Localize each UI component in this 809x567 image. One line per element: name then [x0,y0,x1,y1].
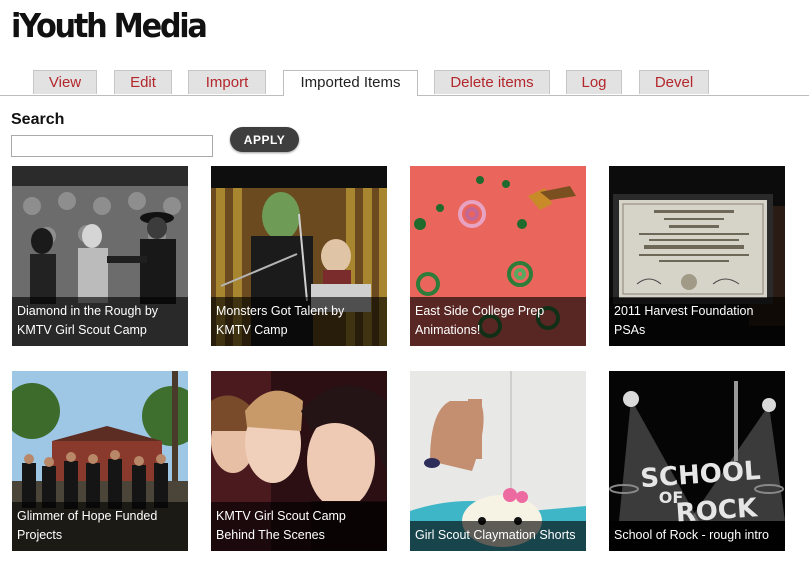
search-input[interactable] [11,135,213,157]
item-caption: Glimmer of Hope Funded Projects [12,502,188,551]
imported-item-tile[interactable]: East Side College Prep Animations! [410,166,586,346]
item-caption: 2011 Harvest Foundation PSAs [609,297,785,346]
imported-item-tile[interactable]: KMTV Girl Scout Camp Behind The Scenes [211,371,387,551]
item-caption: Diamond in the Rough by KMTV Girl Scout … [12,297,188,346]
imported-item-tile[interactable]: Diamond in the Rough by KMTV Girl Scout … [12,166,188,346]
item-caption: Girl Scout Claymation Shorts [410,521,586,551]
tab-devel[interactable]: Devel [639,70,709,94]
tab-imported-items[interactable]: Imported Items [283,70,418,96]
tab-import[interactable]: Import [188,70,266,94]
imported-item-tile[interactable]: SCHOOL OF ROCK School of Rock - rough in… [609,371,785,551]
apply-button[interactable]: APPLY [230,127,299,152]
item-caption: East Side College Prep Animations! [410,297,586,346]
tab-bar: View Edit Import Imported Items Delete i… [0,70,809,96]
item-caption: KMTV Girl Scout Camp Behind The Scenes [211,502,387,551]
item-caption: School of Rock - rough intro [609,521,785,551]
imported-item-tile[interactable]: Girl Scout Claymation Shorts [410,371,586,551]
tab-delete-items[interactable]: Delete items [434,70,550,94]
imported-item-tile[interactable]: Monsters Got Talent by KMTV Camp [211,166,387,346]
imported-item-tile[interactable]: 2011 Harvest Foundation PSAs [609,166,785,346]
item-caption: Monsters Got Talent by KMTV Camp [211,297,387,346]
tab-view[interactable]: View [33,70,97,94]
tab-log[interactable]: Log [566,70,622,94]
search-label: Search [11,111,65,128]
imported-item-tile[interactable]: Glimmer of Hope Funded Projects [12,371,188,551]
site-title[interactable]: iYouth Media [11,6,208,46]
tab-edit[interactable]: Edit [114,70,172,94]
